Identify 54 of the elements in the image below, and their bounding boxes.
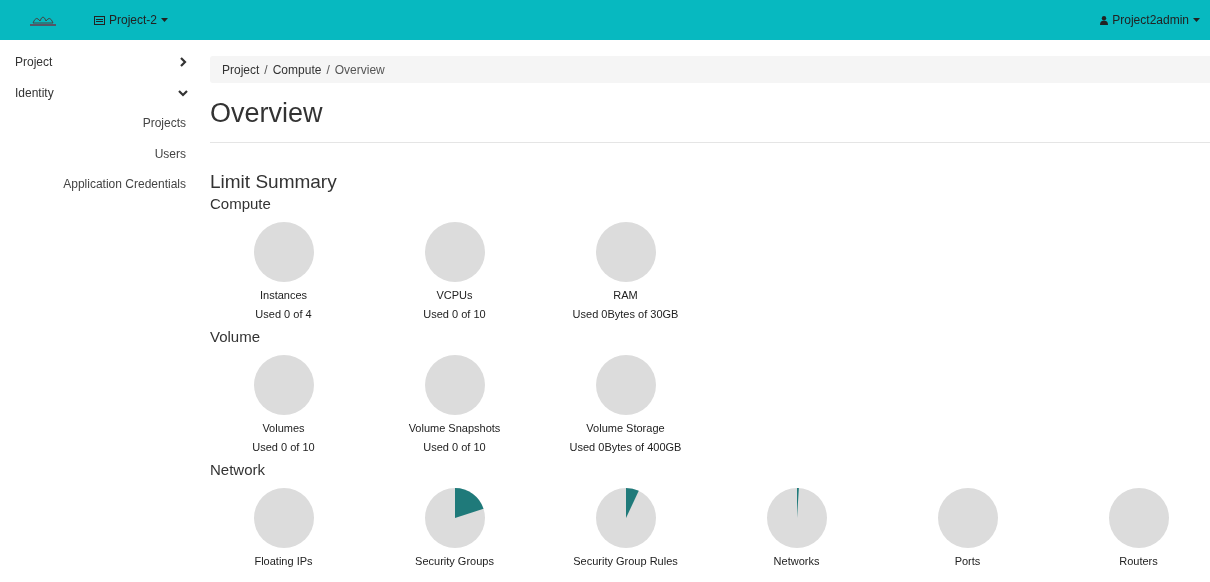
usage-pie: [937, 488, 998, 548]
group-title: Compute: [210, 194, 272, 214]
user-icon: [1100, 15, 1109, 25]
usage-text: Used 0 of 4: [255, 308, 312, 321]
breadcrumb-current: Overview: [334, 61, 385, 79]
usage-pie: [253, 355, 314, 415]
pie-label: Volume Snapshots: [408, 422, 501, 435]
project-menu[interactable]: Project-2: [94, 11, 169, 29]
group-title: Network: [210, 460, 266, 480]
pie-label: RAM: [613, 289, 638, 302]
usage-pie: [595, 222, 656, 282]
sidebar-subitem[interactable]: Users: [0, 138, 196, 169]
usage-text: Used 0 of 10: [252, 441, 315, 454]
usage-pie: [253, 488, 314, 548]
breadcrumb-link[interactable]: Compute: [272, 60, 322, 79]
pie-label: VCPUs: [436, 289, 473, 302]
breadcrumb-separator: /: [325, 61, 331, 79]
caret-icon: [1193, 18, 1200, 22]
page-title: Overview: [210, 97, 324, 129]
pie-label: Volume Storage: [586, 422, 665, 435]
usage-text: Used 0Bytes of 400GB: [569, 441, 682, 454]
breadcrumb-separator: /: [263, 61, 269, 79]
pie-label: Instances: [259, 289, 308, 302]
pie-label: Volumes: [262, 422, 305, 435]
chevron-right-icon: [178, 56, 188, 67]
logo-icon: [28, 13, 58, 27]
usage-pie: [766, 488, 827, 548]
pie-label: Floating IPs: [254, 555, 313, 568]
usage-text: Used 0 of 10: [423, 441, 486, 454]
caret-icon: [161, 18, 169, 22]
pie-label: Security Groups: [415, 555, 494, 568]
project-icon: [94, 15, 105, 25]
usage-pie: [1108, 488, 1169, 548]
usage-pie: [424, 222, 485, 282]
usage-pie: [595, 355, 656, 415]
usage-pie: [595, 488, 656, 548]
sidebar-item[interactable]: Identity: [0, 77, 196, 108]
sidebar-subitem[interactable]: Projects: [0, 108, 196, 139]
pie-label: Ports: [954, 555, 981, 568]
breadcrumb-link[interactable]: Project: [222, 60, 260, 79]
pie-label: Routers: [1119, 555, 1158, 568]
usage-text: Used 0Bytes of 30GB: [572, 308, 679, 321]
sidebar-subitem[interactable]: Application Credentials: [0, 169, 196, 200]
usage-pie: [424, 355, 485, 415]
usage-text: Used 0 of 10: [423, 308, 486, 321]
user-menu[interactable]: Project2admin: [1100, 11, 1200, 29]
chevron-down-icon: [178, 87, 188, 98]
pie-label: Networks: [773, 555, 820, 568]
section-title: Limit Summary: [210, 171, 338, 193]
usage-pie: [424, 488, 485, 548]
pie-label: Security Group Rules: [573, 555, 678, 568]
usage-pie: [253, 222, 314, 282]
sidebar-item[interactable]: Project: [0, 46, 196, 77]
group-title: Volume: [210, 327, 262, 347]
